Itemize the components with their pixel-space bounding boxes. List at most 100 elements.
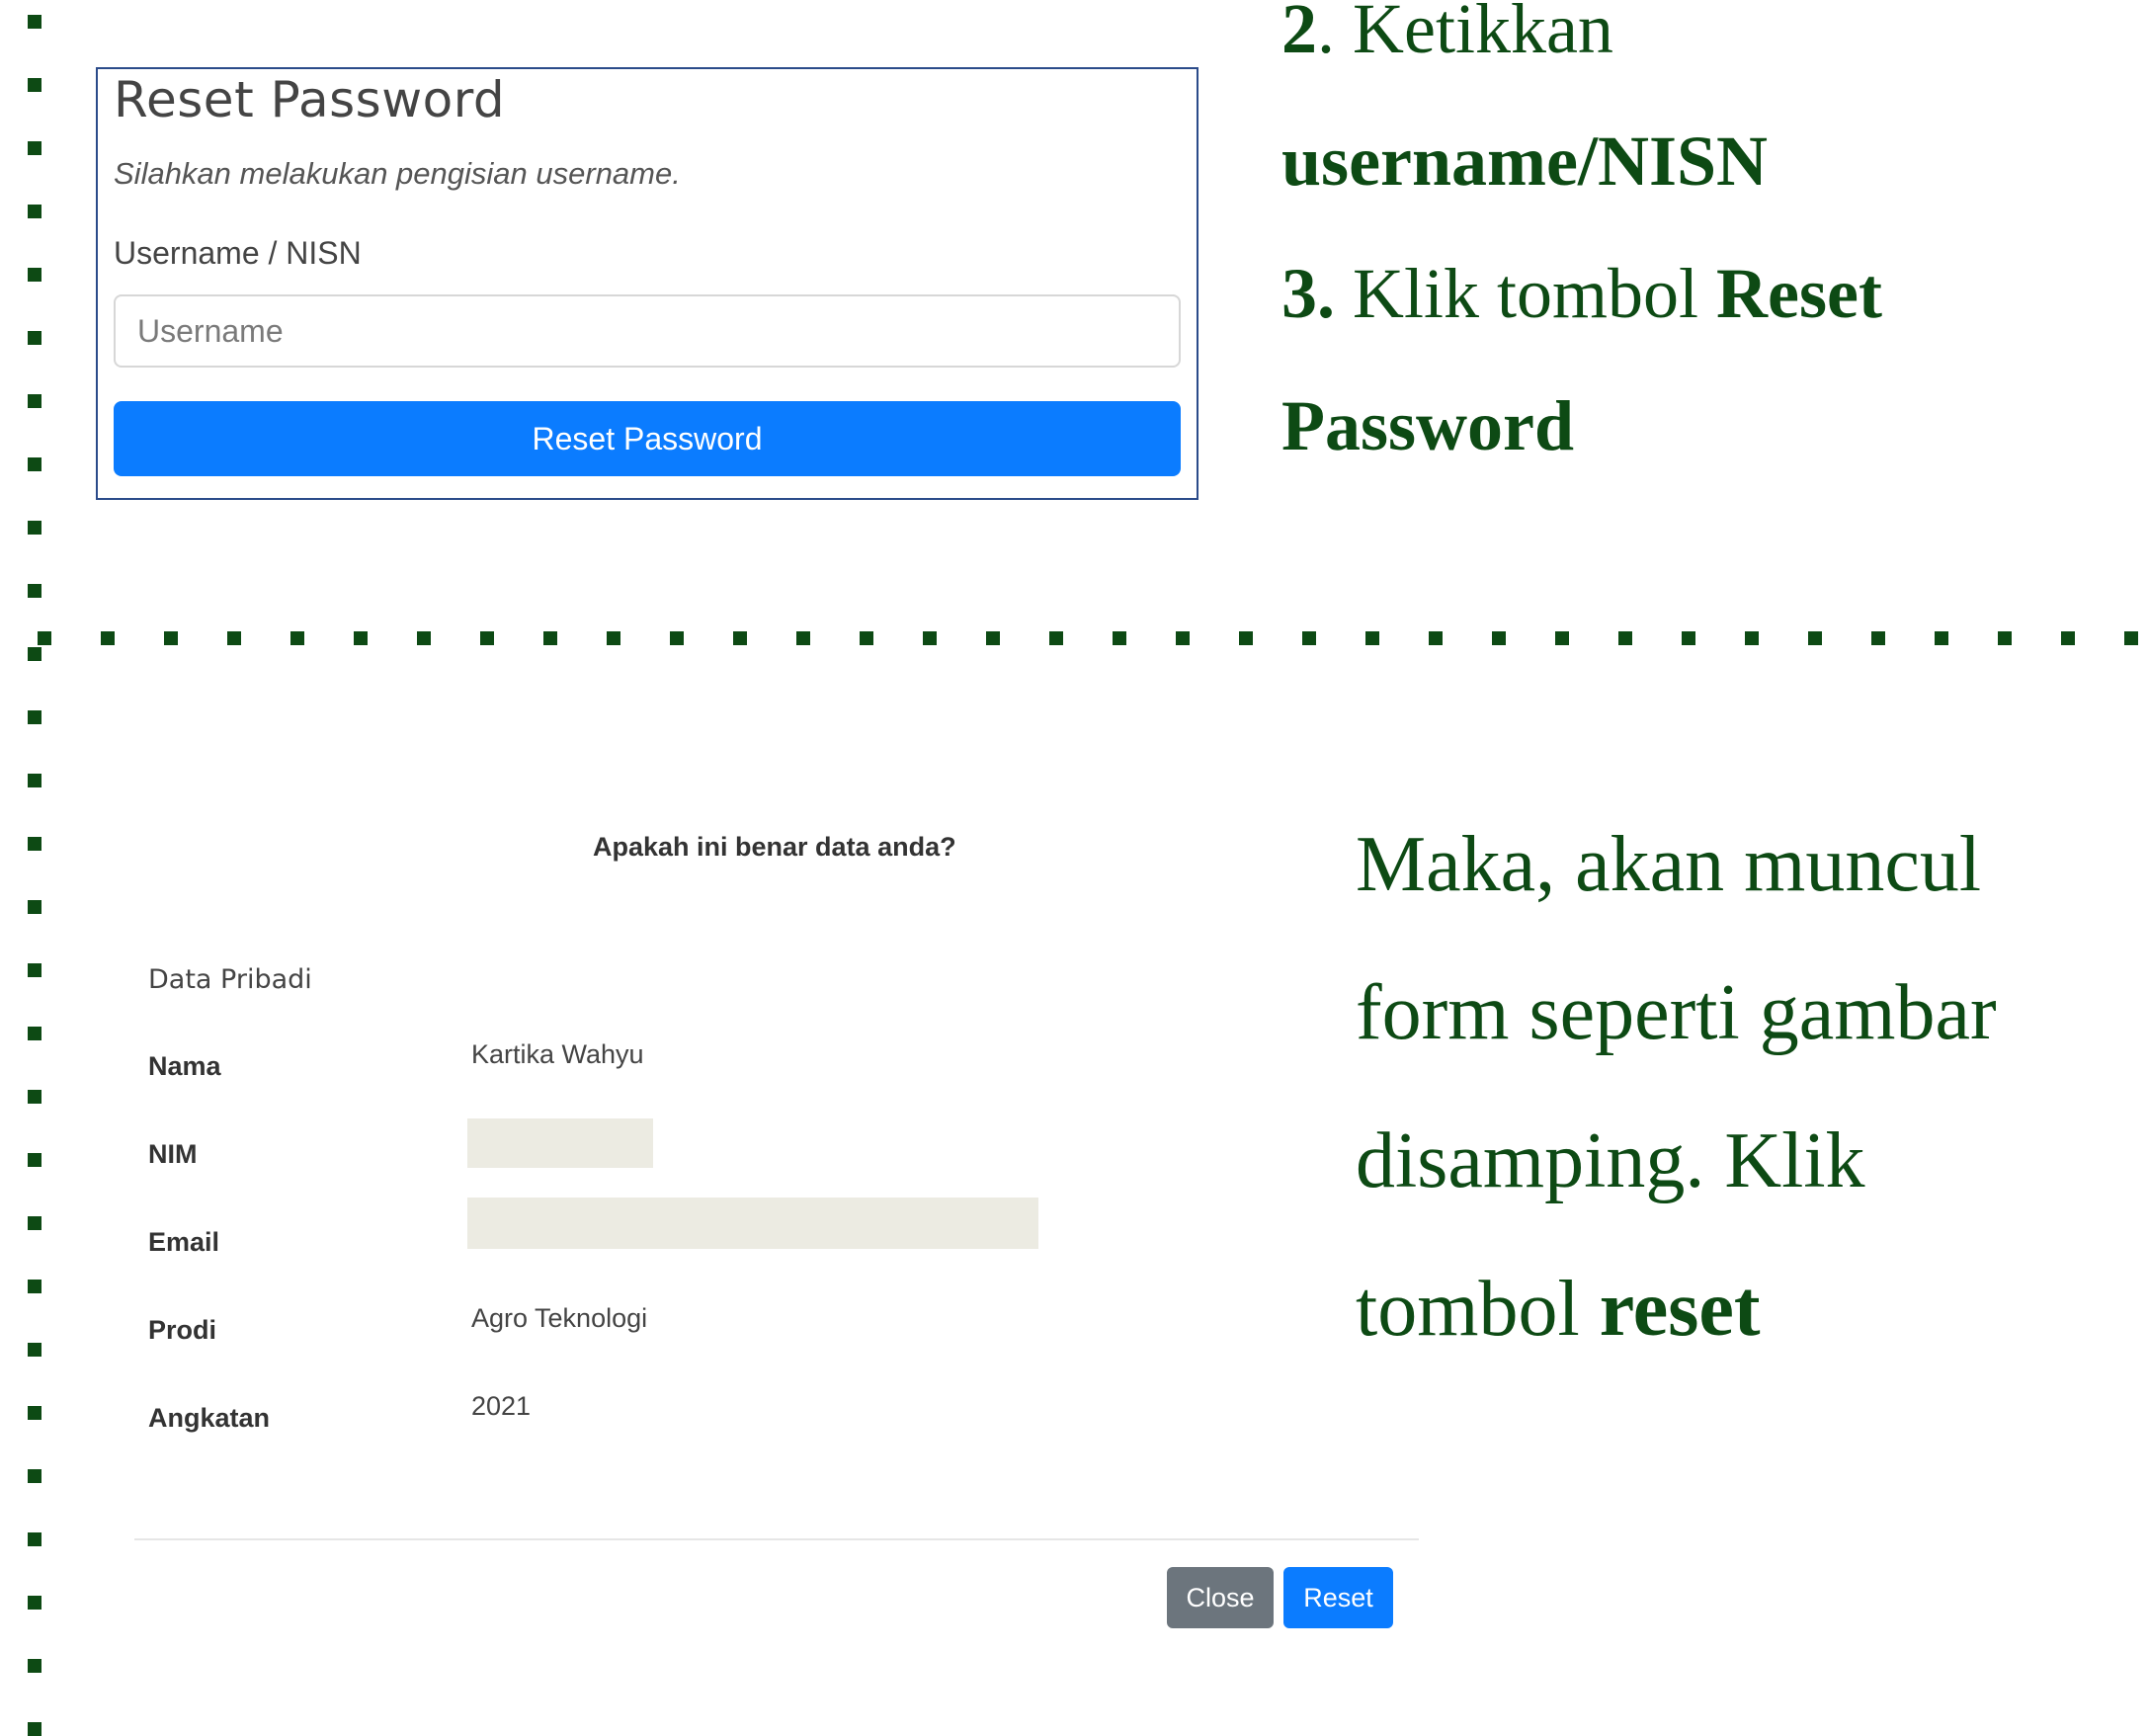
field-label-prodi: Prodi bbox=[148, 1315, 217, 1345]
border-dot bbox=[28, 837, 41, 851]
border-dot bbox=[354, 631, 368, 645]
border-dot bbox=[28, 1596, 41, 1610]
step-3-bold-2: Password bbox=[1281, 386, 1575, 465]
border-dot bbox=[227, 631, 241, 645]
border-dot bbox=[28, 1343, 41, 1357]
step-2-number: 2 bbox=[1281, 0, 1317, 68]
border-dot bbox=[28, 78, 41, 92]
border-dot bbox=[1113, 631, 1126, 645]
reset-button[interactable]: Reset bbox=[1283, 1567, 1393, 1628]
close-button[interactable]: Close bbox=[1167, 1567, 1274, 1628]
border-dot bbox=[28, 205, 41, 218]
field-label-nim: NIM bbox=[148, 1139, 198, 1169]
border-dot bbox=[1745, 631, 1759, 645]
border-dot bbox=[28, 963, 41, 977]
step-3-number: 3. bbox=[1281, 254, 1335, 333]
field-value-angkatan: 2021 bbox=[471, 1391, 532, 1421]
border-dot bbox=[1682, 631, 1695, 645]
step-2-text: . Ketikkan bbox=[1317, 0, 1613, 68]
field-label-email: Email bbox=[148, 1227, 220, 1257]
dialog-section-label: Data Pribadi bbox=[148, 964, 312, 995]
border-dot bbox=[28, 1280, 41, 1293]
border-dot bbox=[28, 774, 41, 787]
step-3-line-1: 3. Klik tombol Reset bbox=[1281, 253, 1882, 335]
reset-password-panel: Reset Password Silahkan melakukan pengis… bbox=[96, 67, 1198, 500]
border-dot bbox=[28, 1406, 41, 1420]
border-dot bbox=[28, 331, 41, 345]
border-dot bbox=[2124, 631, 2138, 645]
border-dot bbox=[543, 631, 557, 645]
border-dot bbox=[38, 631, 51, 645]
border-dot bbox=[417, 631, 431, 645]
border-dot bbox=[1176, 631, 1190, 645]
step-3-bold-1: Reset bbox=[1716, 254, 1882, 333]
step-3-text: Klik tombol bbox=[1335, 254, 1717, 333]
note-line-2: form seperti gambar bbox=[1356, 969, 1997, 1056]
redacted-email bbox=[467, 1198, 1038, 1249]
step-2-line-1: 2. Ketikkan bbox=[1281, 0, 1613, 70]
border-dot bbox=[1239, 631, 1253, 645]
redacted-nim bbox=[467, 1118, 653, 1168]
border-dot bbox=[28, 268, 41, 282]
border-dot bbox=[1555, 631, 1569, 645]
border-dot bbox=[28, 710, 41, 724]
border-dot bbox=[28, 1722, 41, 1736]
border-dot bbox=[28, 1090, 41, 1104]
border-dot bbox=[1049, 631, 1063, 645]
border-dot bbox=[1365, 631, 1379, 645]
border-dot bbox=[28, 1153, 41, 1167]
note-line-4-bold: reset bbox=[1599, 1266, 1761, 1353]
border-dot bbox=[28, 457, 41, 471]
panel-subtitle: Silahkan melakukan pengisian username. bbox=[114, 156, 681, 191]
border-dot bbox=[1302, 631, 1316, 645]
reset-password-button[interactable]: Reset Password bbox=[114, 401, 1181, 476]
border-dot bbox=[28, 1027, 41, 1040]
border-dot bbox=[28, 1216, 41, 1230]
border-dot bbox=[28, 647, 41, 661]
border-dot bbox=[28, 521, 41, 535]
border-dot bbox=[1618, 631, 1632, 645]
border-dot bbox=[1808, 631, 1822, 645]
border-dot bbox=[28, 1659, 41, 1673]
border-dot bbox=[733, 631, 747, 645]
border-dot bbox=[28, 15, 41, 29]
border-dot bbox=[1935, 631, 1948, 645]
border-dot bbox=[290, 631, 304, 645]
border-dot bbox=[101, 631, 115, 645]
border-dot bbox=[2061, 631, 2075, 645]
border-dot bbox=[1871, 631, 1885, 645]
border-dot bbox=[1429, 631, 1443, 645]
step-2-line-2: username/NISN bbox=[1281, 121, 1768, 203]
field-value-nama: Kartika Wahyu bbox=[471, 1039, 644, 1069]
note-line-4: tombol reset bbox=[1356, 1265, 1761, 1355]
dialog-divider bbox=[134, 1538, 1419, 1540]
border-dot bbox=[796, 631, 810, 645]
border-dot bbox=[480, 631, 494, 645]
border-dot bbox=[1492, 631, 1506, 645]
step-3-line-2: Password bbox=[1281, 385, 1574, 467]
border-dot bbox=[28, 394, 41, 408]
border-dot bbox=[607, 631, 620, 645]
border-dot bbox=[28, 1469, 41, 1483]
border-dot bbox=[28, 1532, 41, 1546]
border-dot bbox=[670, 631, 684, 645]
username-input[interactable] bbox=[114, 294, 1181, 368]
panel-title: Reset Password bbox=[114, 71, 506, 128]
border-dot bbox=[28, 584, 41, 598]
note-line-1: Maka, akan muncul bbox=[1356, 821, 1982, 908]
username-field-label: Username / NISN bbox=[114, 235, 362, 271]
border-dot bbox=[164, 631, 178, 645]
field-value-prodi: Agro Teknologi bbox=[471, 1303, 648, 1333]
border-dot bbox=[986, 631, 1000, 645]
field-label-angkatan: Angkatan bbox=[148, 1403, 271, 1433]
step-2-bold: username/NISN bbox=[1281, 122, 1769, 201]
border-dot bbox=[28, 900, 41, 914]
field-label-nama: Nama bbox=[148, 1051, 221, 1081]
note-line-4-prefix: tombol bbox=[1356, 1266, 1600, 1353]
border-dot bbox=[28, 141, 41, 155]
border-dot bbox=[1998, 631, 2012, 645]
border-dot bbox=[860, 631, 873, 645]
note-line-3: disamping. Klik bbox=[1356, 1117, 1865, 1204]
dialog-question: Apakah ini benar data anda? bbox=[593, 832, 956, 862]
border-dot bbox=[923, 631, 937, 645]
